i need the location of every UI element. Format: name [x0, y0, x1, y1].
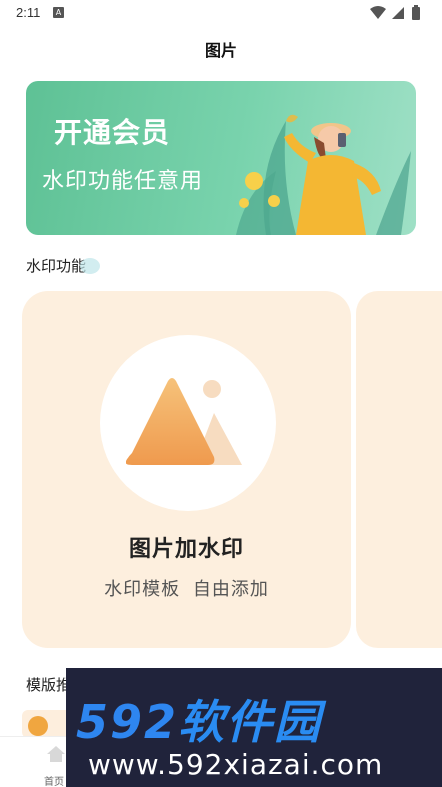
status-bar: 2:11 A	[0, 0, 442, 26]
feature-card-subtitle: 水印模板 自由添加	[104, 579, 269, 600]
status-time: 2:11	[16, 5, 41, 20]
crown-icon	[28, 716, 48, 736]
feature-card-title: 图片加水印	[128, 537, 244, 562]
ad-brand-logo: 592软件园	[76, 686, 322, 752]
page-title: 图片	[204, 41, 237, 60]
watermark-ad-overlay: 592软件园 www.592xiazai.com	[66, 668, 442, 787]
picture-icon	[126, 378, 242, 465]
decorative-dot	[80, 258, 100, 274]
feature-card-next[interactable]	[356, 291, 442, 648]
wifi-icon	[370, 6, 386, 19]
battery-icon	[412, 7, 420, 20]
vip-banner-subtitle: 水印功能任意用	[42, 169, 204, 194]
section-title-template: 模版推	[26, 676, 72, 694]
status-icons	[370, 5, 420, 20]
vip-banner[interactable]: 开通会员 水印功能任意用	[26, 81, 416, 235]
ad-brand-text: 软件园	[178, 695, 323, 749]
nav-home-label: 首页	[44, 777, 64, 787]
signal-icon	[392, 7, 404, 19]
notification-icon: A	[53, 7, 64, 18]
home-icon	[47, 746, 65, 762]
ad-url: www.592xiazai.com	[88, 748, 384, 781]
ad-brand-number: 592	[76, 695, 179, 749]
woman-illustration	[236, 114, 411, 235]
section-title-watermark: 水印功能	[26, 257, 87, 275]
feature-card-image-watermark[interactable]: 图片加水印 水印模板 自由添加	[22, 291, 351, 648]
top-bar: 图片	[0, 26, 442, 72]
vip-banner-title: 开通会员	[54, 116, 171, 149]
